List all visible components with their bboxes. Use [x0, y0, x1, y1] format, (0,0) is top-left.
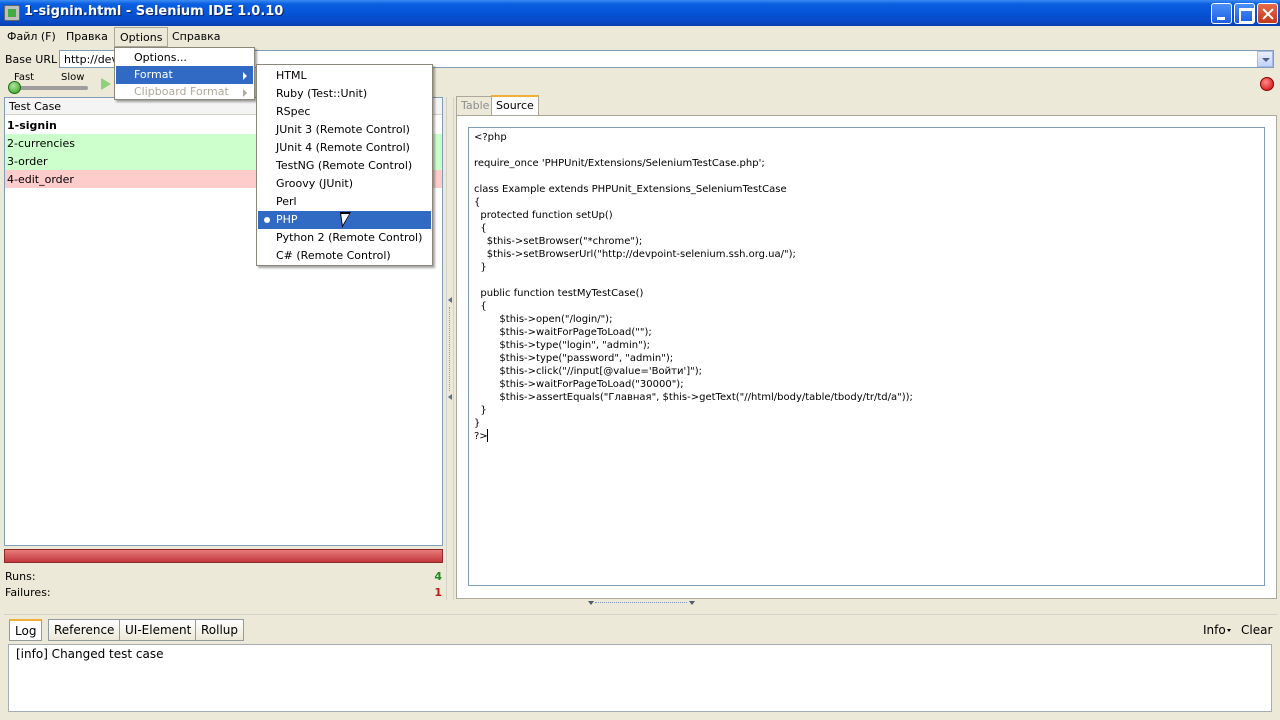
selected-radio-icon — [264, 217, 270, 223]
test-progress-bar — [4, 549, 443, 563]
format-item-python[interactable]: Python 2 (Remote Control) — [258, 229, 431, 247]
menu-bar: Файл (F) Правка Options Справка — [0, 26, 1280, 47]
submenu-arrow-icon — [243, 72, 247, 80]
mouse-cursor-icon — [339, 212, 354, 228]
splitter-grip — [595, 602, 687, 603]
runs-label: Runs: — [5, 570, 36, 583]
code-line: $this->assertEquals("Главная", $this->ge… — [474, 392, 913, 403]
options-menu: Options... Format Clipboard Format — [114, 47, 255, 100]
tab-source[interactable]: Source — [491, 95, 539, 115]
code-line: $this->setBrowser("*chrome"); — [474, 236, 643, 247]
menu-item-format[interactable]: Format — [116, 66, 253, 84]
code-line: ?> — [474, 431, 488, 442]
log-info-dropdown[interactable]: Info — [1203, 623, 1231, 637]
code-line: } — [474, 418, 481, 429]
tab-ui-element[interactable]: UI-Element — [119, 619, 198, 641]
window-title: 1-signin.html - Selenium IDE 1.0.10 — [24, 4, 284, 19]
log-output: [info] Changed test case — [8, 644, 1272, 712]
log-message: [info] Changed test case — [16, 647, 164, 661]
failures-label: Failures: — [5, 586, 51, 599]
tab-reference[interactable]: Reference — [48, 619, 121, 641]
collapse-left-icon[interactable] — [448, 394, 452, 400]
code-line: { — [474, 301, 487, 312]
collapse-down-icon[interactable] — [689, 601, 695, 605]
runs-count: 4 — [434, 570, 442, 583]
maximize-button[interactable] — [1234, 3, 1255, 24]
code-line: $this->waitForPageToLoad(""); — [474, 327, 652, 338]
code-line: $this->setBrowserUrl("http://devpoint-se… — [474, 249, 796, 260]
speed-slider-track[interactable] — [10, 86, 88, 90]
code-line: <?php — [474, 132, 507, 143]
code-line: $this->type("password", "admin"); — [474, 353, 674, 364]
speed-slider-knob[interactable] — [8, 81, 21, 94]
code-line: $this->click("//input[@value='Войти']"); — [474, 366, 702, 377]
tab-rollup[interactable]: Rollup — [195, 619, 245, 641]
code-line: protected function setUp() — [474, 210, 613, 221]
menu-help[interactable]: Справка — [167, 28, 225, 46]
menu-edit[interactable]: Правка — [61, 28, 113, 46]
code-line: class Example extends PHPUnit_Extensions… — [474, 184, 787, 195]
format-item-perl[interactable]: Perl — [258, 193, 431, 211]
menu-item-label: Options... — [134, 51, 187, 64]
menu-item-label: Clipboard Format — [134, 85, 229, 98]
format-item-label: PHP — [276, 213, 298, 226]
speed-slow-label: Slow — [61, 72, 85, 83]
failures-count: 1 — [434, 586, 442, 599]
format-item-junit4[interactable]: JUnit 4 (Remote Control) — [258, 139, 431, 157]
menu-item-label: Format — [134, 68, 173, 81]
format-item-html[interactable]: HTML — [258, 67, 431, 85]
code-line: { — [474, 197, 481, 208]
play-all-icon[interactable] — [101, 78, 111, 90]
vertical-splitter[interactable] — [446, 97, 454, 600]
code-line: require_once 'PHPUnit/Extensions/Seleniu… — [474, 158, 765, 169]
title-bar[interactable]: 1-signin.html - Selenium IDE 1.0.10 — [0, 0, 1280, 26]
code-line: } — [474, 262, 487, 273]
base-url-dropdown-button[interactable] — [1257, 51, 1273, 67]
submenu-arrow-icon — [243, 89, 247, 97]
log-clear-button[interactable]: Clear — [1241, 623, 1272, 637]
code-line: public function testMyTestCase() — [474, 288, 644, 299]
menu-file[interactable]: Файл (F) — [2, 28, 61, 46]
tab-log[interactable]: Log — [9, 619, 43, 641]
minimize-button[interactable] — [1211, 3, 1232, 24]
menu-item-clipboard-format: Clipboard Format — [116, 83, 253, 101]
menu-options[interactable]: Options — [114, 27, 169, 47]
format-item-junit3[interactable]: JUnit 3 (Remote Control) — [258, 121, 431, 139]
code-line: $this->type("login", "admin"); — [474, 340, 650, 351]
format-item-rspec[interactable]: RSpec — [258, 103, 431, 121]
chevron-down-icon — [1226, 629, 1231, 632]
code-line: $this->waitForPageToLoad("30000"); — [474, 379, 684, 390]
close-button[interactable] — [1257, 3, 1278, 24]
collapse-down-icon[interactable] — [588, 601, 594, 605]
format-submenu: HTML Ruby (Test::Unit) RSpec JUnit 3 (Re… — [256, 64, 433, 266]
splitter-grip — [449, 307, 451, 391]
collapse-left-icon[interactable] — [448, 297, 452, 303]
code-line: } — [474, 405, 487, 416]
format-item-testng[interactable]: TestNG (Remote Control) — [258, 157, 431, 175]
base-url-label: Base URL — [5, 53, 58, 66]
tab-table[interactable]: Table — [456, 96, 495, 115]
code-line: $this->open("/login/"); — [474, 314, 613, 325]
format-item-csharp[interactable]: C# (Remote Control) — [258, 247, 431, 265]
selenium-app-icon[interactable] — [4, 5, 20, 21]
format-item-groovy[interactable]: Groovy (JUnit) — [258, 175, 431, 193]
format-item-ruby[interactable]: Ruby (Test::Unit) — [258, 85, 431, 103]
log-info-label: Info — [1203, 623, 1226, 637]
horizontal-splitter[interactable] — [585, 600, 697, 606]
menu-item-options[interactable]: Options... — [116, 49, 253, 67]
text-caret — [487, 429, 488, 442]
code-line: { — [474, 223, 487, 234]
record-button[interactable] — [1260, 77, 1274, 91]
